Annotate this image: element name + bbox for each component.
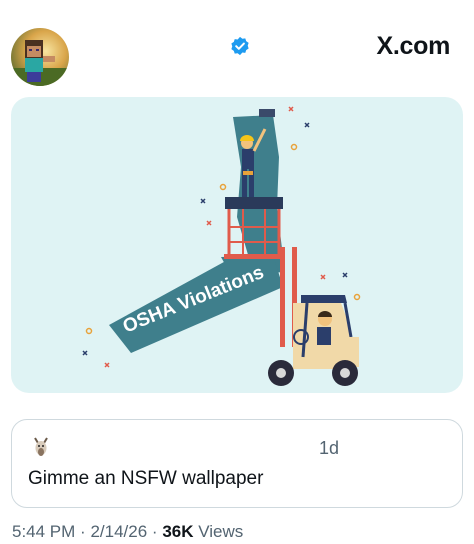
scaffold-top xyxy=(225,197,283,209)
views-label: Views xyxy=(198,522,244,541)
meta-separator: · xyxy=(151,522,158,541)
quoted-post-card[interactable]: 1d Gimme an NSFW wallpaper xyxy=(11,419,463,508)
verified-badge-icon xyxy=(231,36,249,56)
post-header: X.com xyxy=(0,0,474,96)
meta-separator: · xyxy=(80,522,86,541)
views-count: 36K xyxy=(162,522,194,541)
avatar[interactable] xyxy=(11,28,69,86)
brand-logo-text: X.com xyxy=(376,32,450,60)
quoted-post-time: 1d xyxy=(319,438,340,458)
minecraft-character-avatar-icon xyxy=(11,28,69,86)
post-image[interactable]: OSHA Violations xyxy=(11,97,463,393)
post-time[interactable]: 5:44 PM xyxy=(12,522,75,541)
osha-violations-illustration: OSHA Violations xyxy=(82,106,361,386)
post-metadata: 5:44 PM · 2/14/26 · 36K Views xyxy=(12,522,243,542)
quoted-post-text: Gimme an NSFW wallpaper xyxy=(28,468,264,489)
goat-avatar-icon xyxy=(34,437,48,456)
post-date[interactable]: 2/14/26 xyxy=(90,522,147,541)
